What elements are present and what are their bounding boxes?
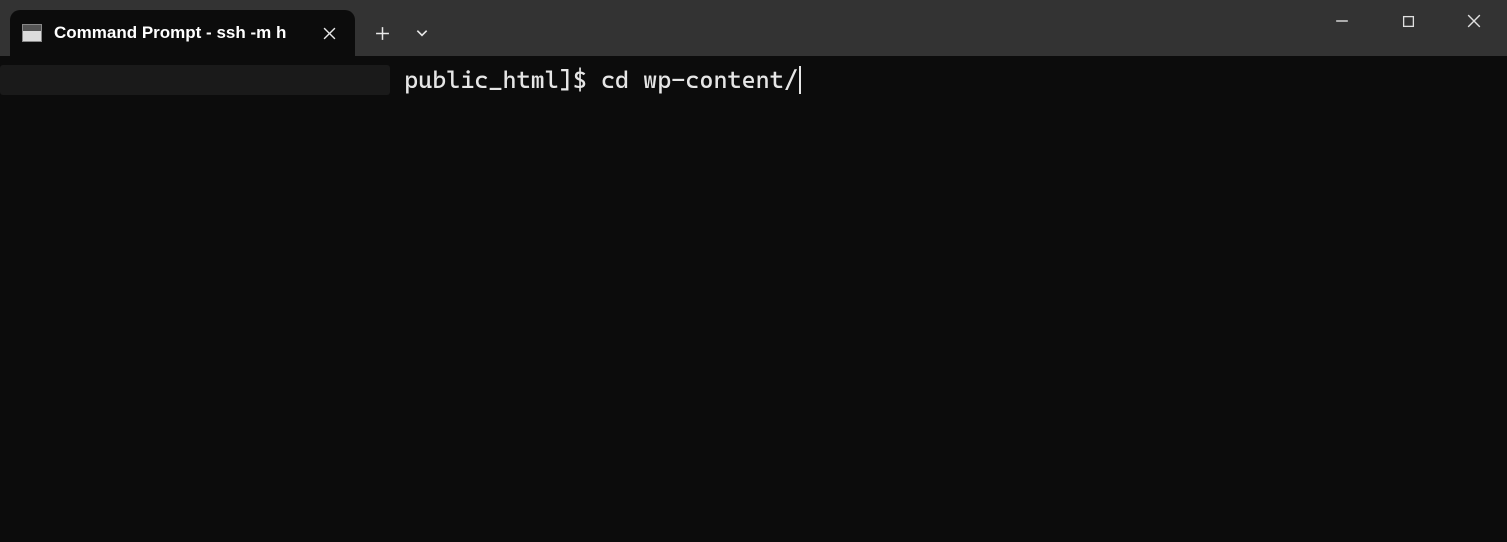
maximize-button[interactable] xyxy=(1375,0,1441,42)
terminal-icon xyxy=(22,24,42,42)
new-tab-button[interactable] xyxy=(363,14,401,52)
tab-actions xyxy=(355,10,441,56)
maximize-icon xyxy=(1402,15,1415,28)
close-icon xyxy=(1467,14,1481,28)
prompt-path: public_html]$ xyxy=(390,64,601,96)
close-icon xyxy=(323,27,336,40)
tab-title: Command Prompt - ssh -m h xyxy=(54,23,305,43)
command-text: cd wp-content/ xyxy=(601,64,798,96)
active-tab[interactable]: Command Prompt - ssh -m h xyxy=(10,10,355,56)
chevron-down-icon xyxy=(415,26,429,40)
text-cursor xyxy=(799,66,801,94)
minimize-icon xyxy=(1335,14,1349,28)
plus-icon xyxy=(375,26,390,41)
window-controls xyxy=(1309,0,1507,42)
title-bar: Command Prompt - ssh -m h xyxy=(0,0,1507,56)
terminal-line: public_html]$ cd wp-content/ xyxy=(0,64,1507,96)
terminal-output[interactable]: public_html]$ cd wp-content/ xyxy=(0,56,1507,96)
minimize-button[interactable] xyxy=(1309,0,1375,42)
close-tab-button[interactable] xyxy=(317,21,341,45)
tab-dropdown-button[interactable] xyxy=(403,14,441,52)
tab-row: Command Prompt - ssh -m h xyxy=(0,0,441,56)
redacted-host xyxy=(0,65,390,95)
close-window-button[interactable] xyxy=(1441,0,1507,42)
